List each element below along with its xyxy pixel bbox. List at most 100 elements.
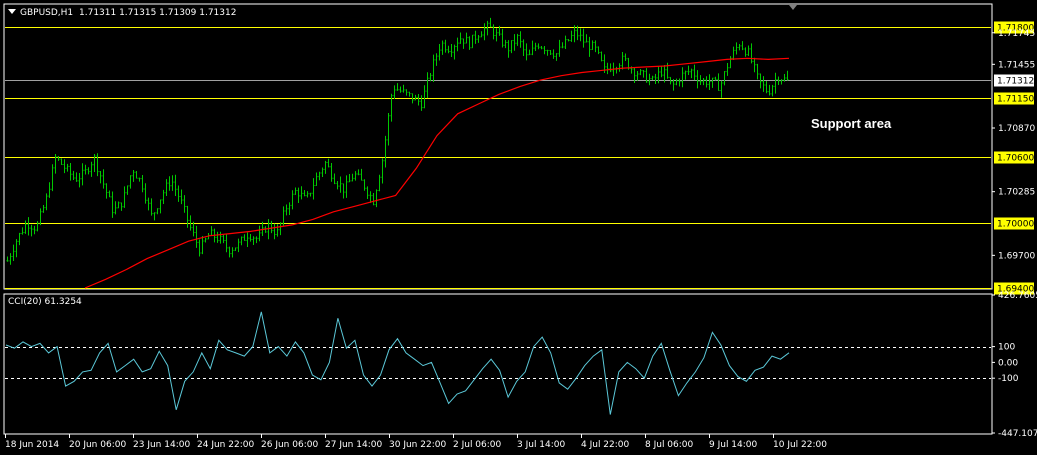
price-bar [444,39,447,53]
price-bar [27,217,30,236]
time-tick-label-12: 10 Jul 22:00 [773,440,827,450]
price-bar [294,187,297,195]
price-bar [15,239,18,258]
price-bar [582,28,585,48]
price-bar [150,198,153,216]
price-bar [780,79,783,85]
price-bar [480,31,483,38]
price-bar [375,189,378,208]
price-bar [435,53,438,66]
price-bar [30,224,33,237]
price-bar [48,182,51,198]
time-tick-label-4: 26 Jun 06:00 [261,440,318,450]
price-panel-frame [3,3,993,290]
price-bar [312,178,315,200]
price-bar [369,191,372,203]
price-bar [75,172,78,182]
time-tick-label-3: 24 Jun 22:00 [197,440,254,450]
price-bar [57,156,60,161]
price-bar [354,171,357,181]
price-bar [477,34,480,43]
price-bar [762,76,765,92]
shift-marker-icon[interactable] [789,5,797,10]
price-bar [417,93,420,106]
price-bar [123,186,126,208]
price-bar [120,202,123,211]
price-bar [246,232,249,248]
price-bar [459,32,462,44]
price-bar [738,43,741,51]
price-bar [774,72,777,94]
price-bar [69,162,72,181]
price-bar [345,175,348,198]
price-bar [96,153,99,177]
price-bar [102,169,105,189]
price-bar [297,187,300,203]
price-bar [714,76,717,81]
price-tick-label-2: 1.70870 [998,124,1035,134]
price-bar [159,199,162,214]
price-bar [45,193,48,211]
price-bar [609,63,612,73]
price-bar [546,49,549,56]
price-bar [366,186,369,200]
price-bar [258,225,261,242]
dropdown-triangle-icon[interactable] [8,9,16,14]
price-bar [240,236,243,246]
price-bar [729,56,732,69]
price-bar [21,227,24,235]
price-bar [507,40,510,58]
price-bar [60,158,63,165]
price-bar [474,30,477,44]
price-bar [153,212,156,221]
price-bar [138,177,141,182]
price-bar [660,66,663,78]
price-bar [84,164,87,175]
price-tick-label-1: 1.71455 [998,60,1035,70]
price-bar [324,160,327,174]
price-bar [210,226,213,236]
price-bar [621,52,624,70]
cci-axis: 426.7605 100 0.00 -100 -447.1073 [992,291,1037,439]
price-bar [462,38,465,49]
price-bar [744,47,747,57]
price-bar [750,43,753,64]
level-label-2: 1.70600 [997,154,1034,164]
price-bar [177,185,180,202]
trading-chart-canvas[interactable]: GBPUSD,H1 1.71311 1.71315 1.71309 1.7131… [0,0,1037,455]
price-bar [231,247,234,258]
price-bar [555,53,558,61]
price-bar [483,23,486,41]
price-bar [282,206,285,226]
price-bar [330,163,333,182]
price-bar [327,158,330,168]
price-bar [696,70,699,89]
price-bar [66,163,69,172]
price-bar [600,51,603,62]
price-bar [771,84,774,97]
price-bar [273,223,276,240]
price-bar [357,169,360,176]
price-bar [705,76,708,88]
price-bar [384,135,387,168]
time-tick-label-10: 8 Jul 06:00 [645,440,694,450]
price-bar [594,40,597,53]
price-bar [426,72,429,99]
cci-label: CCI(20) 61.3254 [8,297,82,307]
price-bar [693,64,696,81]
price-bar [243,234,246,242]
price-bar [513,34,516,51]
price-bar [279,222,282,236]
price-bar [141,174,144,193]
price-bar [492,24,495,40]
price-bar [468,36,471,50]
price-bar [342,183,345,199]
price-bar [501,28,504,48]
cci-indicator [5,311,991,415]
price-bar [126,185,129,195]
price-bar [741,41,744,51]
price-bar [285,204,288,216]
price-bar [228,246,231,258]
price-bar [12,244,15,262]
price-bar [708,74,711,90]
